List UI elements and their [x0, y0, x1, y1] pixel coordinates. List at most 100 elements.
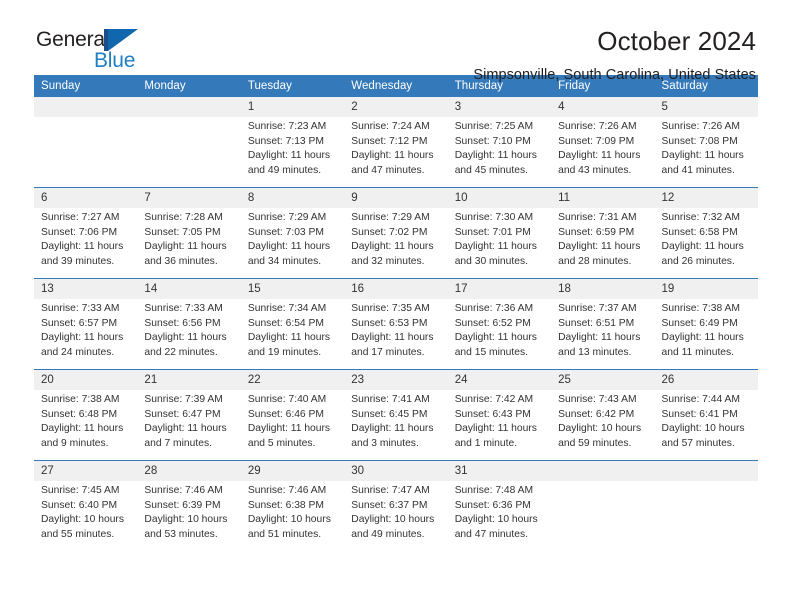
daylight-duration-line1: Daylight: 10 hours: [144, 514, 228, 526]
calendar-day-cell[interactable]: 26 Sunrise: 7:44 AM Sunset: 6:41 PM Dayligh…: [654, 369, 758, 461]
daylight-duration-line1: Daylight: 11 hours: [247, 423, 331, 435]
day-cell-inner: 31 Sunrise: 7:48 AM Sunset: 6:36 PM Dayligh…: [447, 461, 552, 551]
calendar-day-cell[interactable]: 5 Sunrise: 7:26 AM Sunset: 7:08 PM Daylight…: [654, 97, 758, 188]
day-number: 14: [137, 279, 241, 299]
calendar-day-cell[interactable]: 9 Sunrise: 7:29 AM Sunset: 7:02 PM Daylight…: [344, 187, 448, 279]
calendar-day-cell[interactable]: 16 Sunrise: 7:35 AM Sunset: 6:53 PM Dayligh…: [344, 278, 448, 370]
daylight-duration-line1: Daylight: 10 hours: [661, 423, 745, 435]
calendar-day-cell[interactable]: 19 Sunrise: 7:38 AM Sunset: 6:49 PM Dayligh…: [654, 278, 758, 370]
sunset-time: Sunset: 6:43 PM: [454, 408, 531, 420]
calendar-day-cell[interactable]: 29 Sunrise: 7:46 AM Sunset: 6:38 PM Dayligh…: [240, 460, 345, 551]
page-header: General Blue October 2024 Simpsonville, …: [34, 0, 758, 83]
daylight-duration-line2: and 55 minutes.: [41, 528, 115, 540]
sunset-time: Sunset: 6:53 PM: [351, 317, 428, 329]
calendar-day-cell[interactable]: 13 Sunrise: 7:33 AM Sunset: 6:57 PM Dayligh…: [34, 278, 138, 370]
sunrise-time: Sunrise: 7:33 AM: [41, 303, 120, 314]
daylight-duration-line1: Daylight: 11 hours: [351, 241, 434, 253]
calendar-day-cell[interactable]: 2 Sunrise: 7:24 AM Sunset: 7:12 PM Daylight…: [344, 97, 448, 188]
sunset-time: Sunset: 6:48 PM: [41, 408, 118, 420]
calendar-day-cell-empty: [551, 460, 655, 551]
day-number: 5: [654, 97, 758, 117]
daylight-duration-line1: Daylight: 11 hours: [144, 332, 227, 344]
calendar-day-cell[interactable]: 15 Sunrise: 7:34 AM Sunset: 6:54 PM Dayligh…: [240, 278, 345, 370]
daylight-duration-line1: Daylight: 11 hours: [247, 332, 331, 344]
daylight-duration-line2: and 51 minutes.: [247, 528, 322, 540]
sunrise-time: Sunrise: 7:45 AM: [41, 485, 120, 496]
day-number: 4: [551, 97, 655, 117]
page-title: October 2024: [597, 26, 756, 56]
calendar-day-cell[interactable]: 25 Sunrise: 7:43 AM Sunset: 6:42 PM Dayligh…: [551, 369, 655, 461]
calendar-day-cell[interactable]: 8 Sunrise: 7:29 AM Sunset: 7:03 PM Daylight…: [240, 187, 345, 279]
daylight-duration-line1: Daylight: 10 hours: [351, 514, 435, 526]
daylight-duration-line2: and 1 minute.: [454, 437, 518, 449]
calendar-day-cell[interactable]: 7 Sunrise: 7:28 AM Sunset: 7:05 PM Daylight…: [137, 187, 241, 279]
sunrise-time: Sunrise: 7:26 AM: [661, 121, 740, 132]
sunset-time: Sunset: 7:12 PM: [351, 135, 428, 147]
sunrise-time: Sunrise: 7:26 AM: [558, 121, 637, 132]
day-details: Sunrise: 7:43 AM Sunset: 6:42 PM Daylight:…: [551, 390, 654, 451]
day-details: Sunrise: 7:36 AM Sunset: 6:52 PM Daylight:…: [448, 299, 551, 360]
calendar-day-cell[interactable]: 12 Sunrise: 7:32 AM Sunset: 6:58 PM Dayligh…: [654, 187, 758, 279]
sunrise-time: Sunrise: 7:38 AM: [41, 394, 120, 405]
day-cell-inner: 6 Sunrise: 7:27 AM Sunset: 7:06 PM Daylight…: [34, 188, 138, 278]
day-cell-inner: 14 Sunrise: 7:33 AM Sunset: 6:56 PM Dayligh…: [137, 279, 241, 369]
daylight-duration-line2: and 49 minutes.: [247, 164, 322, 176]
sunrise-time: Sunrise: 7:36 AM: [454, 303, 534, 314]
brand-logo[interactable]: General Blue: [34, 26, 154, 74]
calendar-day-cell[interactable]: 18 Sunrise: 7:37 AM Sunset: 6:51 PM Dayligh…: [551, 278, 655, 370]
daylight-duration-line2: and 17 minutes.: [351, 346, 425, 358]
day-details: Sunrise: 7:46 AM Sunset: 6:39 PM Daylight:…: [137, 481, 240, 542]
calendar-day-cell[interactable]: 21 Sunrise: 7:39 AM Sunset: 6:47 PM Dayligh…: [137, 369, 241, 461]
calendar-day-cell[interactable]: 1 Sunrise: 7:23 AM Sunset: 7:13 PM Daylight…: [240, 97, 345, 188]
calendar-day-cell[interactable]: 20 Sunrise: 7:38 AM Sunset: 6:48 PM Dayligh…: [34, 369, 138, 461]
day-details: Sunrise: 7:33 AM Sunset: 6:57 PM Daylight:…: [34, 299, 137, 360]
day-number: 3: [447, 97, 552, 117]
calendar-day-cell[interactable]: 17 Sunrise: 7:36 AM Sunset: 6:52 PM Dayligh…: [447, 278, 552, 370]
day-details: Sunrise: 7:38 AM Sunset: 6:49 PM Daylight:…: [655, 299, 758, 360]
sunrise-time: Sunrise: 7:34 AM: [247, 303, 327, 314]
sunrise-time: Sunrise: 7:39 AM: [144, 394, 223, 405]
day-cell-inner: 10 Sunrise: 7:30 AM Sunset: 7:01 PM Dayligh…: [447, 188, 552, 278]
daylight-duration-line1: Daylight: 11 hours: [351, 150, 434, 162]
day-details: [655, 481, 758, 484]
calendar-day-cell[interactable]: 24 Sunrise: 7:42 AM Sunset: 6:43 PM Dayligh…: [447, 369, 552, 461]
day-details: Sunrise: 7:35 AM Sunset: 6:53 PM Daylight:…: [344, 299, 447, 360]
calendar-day-cell[interactable]: 3 Sunrise: 7:25 AM Sunset: 7:10 PM Daylight…: [447, 97, 552, 188]
calendar-day-cell[interactable]: 4 Sunrise: 7:26 AM Sunset: 7:09 PM Daylight…: [551, 97, 655, 188]
calendar-day-cell[interactable]: 30 Sunrise: 7:47 AM Sunset: 6:37 PM Dayligh…: [344, 460, 448, 551]
daylight-duration-line2: and 39 minutes.: [41, 255, 115, 267]
sunset-time: Sunset: 6:42 PM: [558, 408, 635, 420]
daylight-duration-line2: and 7 minutes.: [144, 437, 212, 449]
calendar-week-row: 13 Sunrise: 7:33 AM Sunset: 6:57 PM Dayligh…: [34, 278, 758, 370]
day-details: Sunrise: 7:26 AM Sunset: 7:09 PM Daylight:…: [551, 117, 654, 178]
sunrise-time: Sunrise: 7:25 AM: [454, 121, 534, 132]
calendar-day-cell[interactable]: 14 Sunrise: 7:33 AM Sunset: 6:56 PM Dayligh…: [137, 278, 241, 370]
day-cell-inner: 3 Sunrise: 7:25 AM Sunset: 7:10 PM Daylight…: [447, 97, 552, 187]
calendar-day-cell[interactable]: 6 Sunrise: 7:27 AM Sunset: 7:06 PM Daylight…: [34, 187, 138, 279]
calendar-day-cell[interactable]: 11 Sunrise: 7:31 AM Sunset: 6:59 PM Dayligh…: [551, 187, 655, 279]
calendar-day-cell[interactable]: 27 Sunrise: 7:45 AM Sunset: 6:40 PM Dayligh…: [34, 460, 138, 551]
day-details: Sunrise: 7:46 AM Sunset: 6:38 PM Daylight:…: [241, 481, 344, 542]
calendar-day-cell[interactable]: 22 Sunrise: 7:40 AM Sunset: 6:46 PM Dayligh…: [240, 369, 345, 461]
calendar-day-cell[interactable]: 23 Sunrise: 7:41 AM Sunset: 6:45 PM Dayligh…: [344, 369, 448, 461]
sunset-time: Sunset: 6:41 PM: [661, 408, 738, 420]
daylight-duration-line1: Daylight: 11 hours: [247, 150, 331, 162]
daylight-duration-line2: and 22 minutes.: [144, 346, 218, 358]
calendar-day-cell[interactable]: 10 Sunrise: 7:30 AM Sunset: 7:01 PM Dayligh…: [447, 187, 552, 279]
day-details: Sunrise: 7:41 AM Sunset: 6:45 PM Daylight:…: [344, 390, 447, 451]
daylight-duration-line2: and 19 minutes.: [247, 346, 322, 358]
day-details: Sunrise: 7:40 AM Sunset: 6:46 PM Daylight:…: [241, 390, 344, 451]
sunrise-time: Sunrise: 7:46 AM: [247, 485, 327, 496]
day-number: 6: [34, 188, 138, 208]
sunset-time: Sunset: 7:10 PM: [454, 135, 531, 147]
sunset-time: Sunset: 6:49 PM: [661, 317, 738, 329]
day-number: 24: [447, 370, 552, 390]
day-number: [137, 97, 241, 117]
calendar-day-cell[interactable]: 31 Sunrise: 7:48 AM Sunset: 6:36 PM Dayligh…: [447, 460, 552, 551]
calendar-week-row: 27 Sunrise: 7:45 AM Sunset: 6:40 PM Dayligh…: [34, 460, 758, 551]
daylight-duration-line1: Daylight: 11 hours: [454, 241, 537, 253]
daylight-duration-line1: Daylight: 11 hours: [41, 241, 124, 253]
daylight-duration-line2: and 45 minutes.: [454, 164, 528, 176]
calendar-day-cell[interactable]: 28 Sunrise: 7:46 AM Sunset: 6:39 PM Dayligh…: [137, 460, 241, 551]
sunset-time: Sunset: 7:08 PM: [661, 135, 738, 147]
